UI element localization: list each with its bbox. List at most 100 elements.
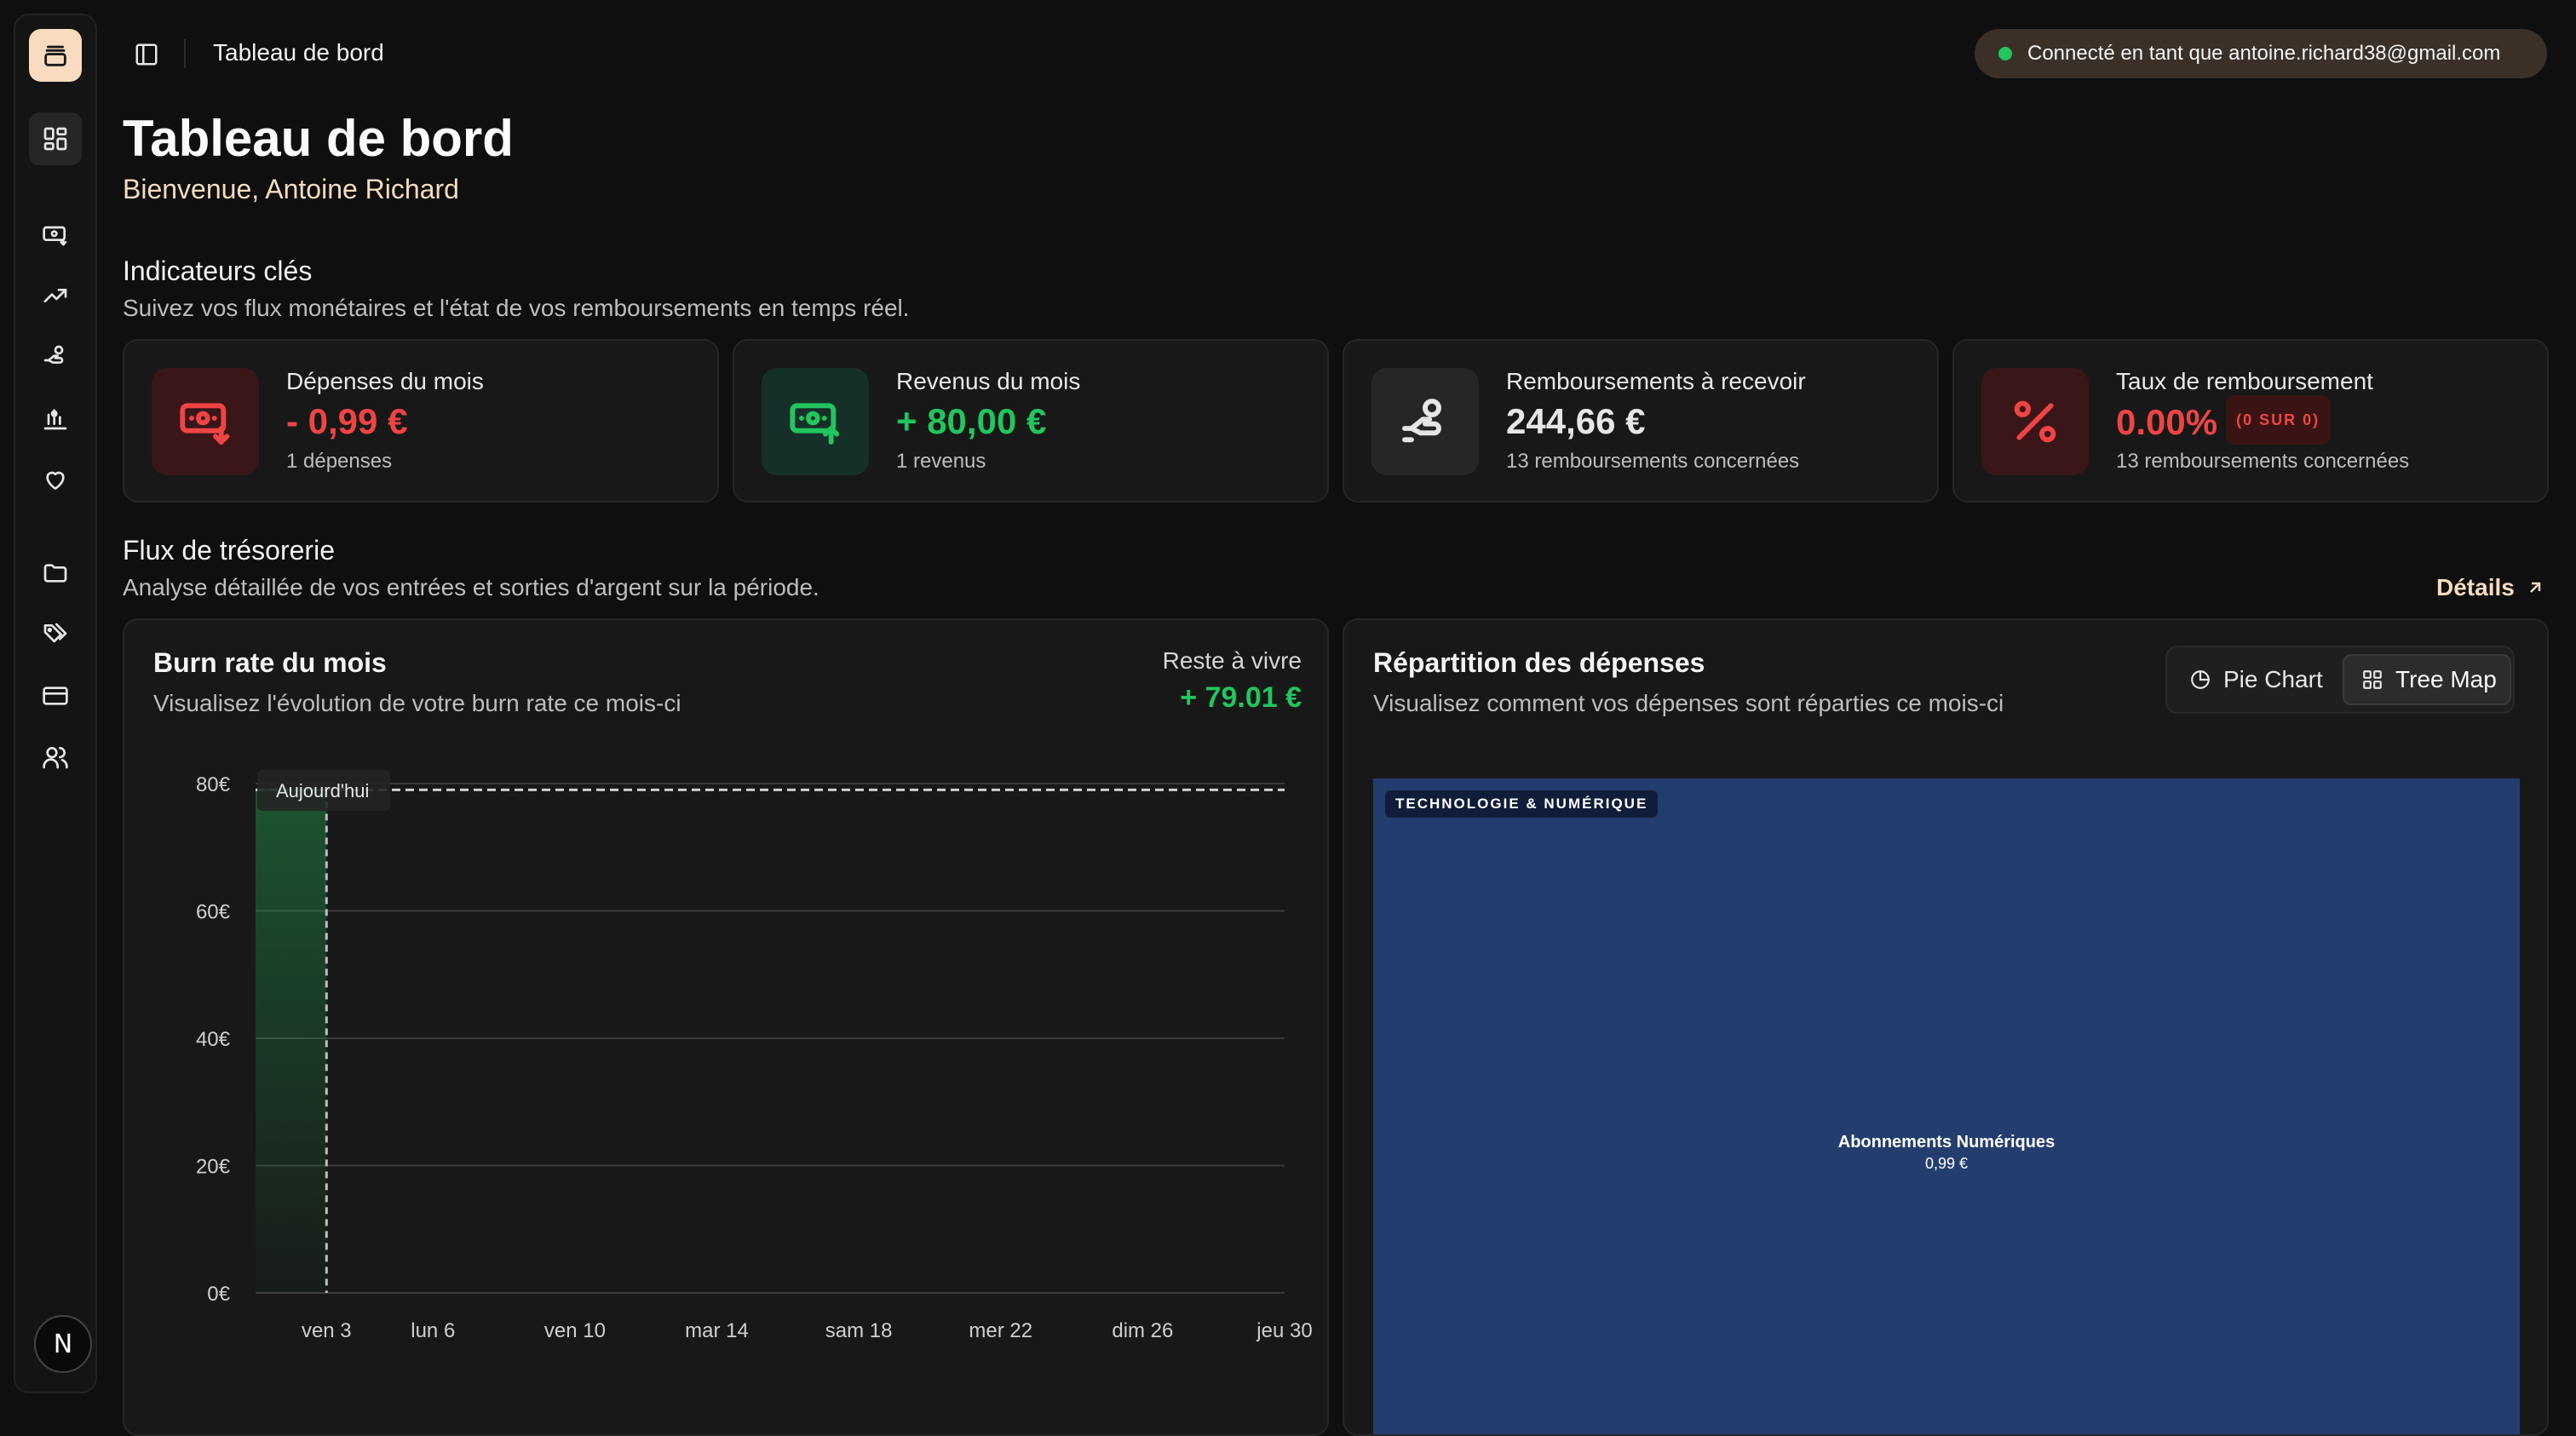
sidebar: N: [14, 14, 97, 1393]
kpi-value: 0.00% (0 SUR 0): [2116, 395, 2331, 450]
kpi-value: 244,66 €: [1506, 401, 1646, 441]
sidebar-item-dashboard[interactable]: [29, 112, 82, 165]
budget-chart-icon: [43, 409, 67, 430]
sidebar-toggle-button[interactable]: [129, 37, 164, 72]
sidebar-item-accounts[interactable]: [29, 669, 82, 722]
details-link[interactable]: Détails: [2436, 572, 2545, 603]
x-tick-label: jeu 30: [1256, 1319, 1312, 1342]
reimbursement-hand-icon: [43, 345, 64, 364]
status-dot: [1998, 47, 2012, 60]
pie-chart-icon: [2191, 670, 2210, 689]
treemap-cell[interactable]: TECHNOLOGIE & NUMÉRIQUE Abonnements Numé…: [1373, 778, 2520, 1434]
page-title: Tableau de bord: [123, 110, 514, 167]
y-tick-label: 40€: [196, 1028, 231, 1051]
y-tick-label: 60€: [196, 901, 231, 924]
panel-left-icon: [135, 43, 158, 66]
tree-map-label: Tree Map: [2395, 666, 2497, 692]
dashboard-icon: [43, 127, 67, 151]
banknote-up-icon: [790, 403, 840, 445]
kpi-card-reimbursements[interactable]: Remboursements à recevoir 244,66 € 13 re…: [1343, 339, 1939, 503]
kpi-value: - 0,99 €: [286, 401, 408, 441]
x-tick-label: ven 10: [544, 1319, 606, 1342]
expenses-icon: [43, 226, 67, 246]
tree-map-button[interactable]: Tree Map: [2343, 654, 2511, 705]
kpi-label: Taux de remboursement: [2116, 368, 2373, 394]
kpi-value: + 80,00 €: [896, 401, 1047, 441]
sidebar-item-tags[interactable]: [29, 608, 82, 661]
header-divider: [184, 39, 186, 68]
details-label: Détails: [2436, 574, 2515, 600]
users-icon: [43, 747, 68, 769]
percent-icon: [2014, 400, 2056, 443]
x-tick-label: mer 22: [969, 1319, 1032, 1342]
credit-card-icon: [43, 686, 68, 705]
today-label: Aujourd'hui: [276, 780, 369, 801]
sidebar-item-favorites[interactable]: [29, 453, 82, 506]
sidebar-item-trends[interactable]: [29, 269, 82, 322]
grid-icon: [2363, 670, 2382, 689]
folder-icon: [43, 564, 67, 583]
y-tick-label: 0€: [207, 1283, 230, 1306]
flux-section-subtitle: Analyse détaillée de vos entrées et sort…: [123, 574, 819, 600]
heart-icon: [46, 471, 65, 490]
burn-rate-chart: 80€ 60€ 40€ 20€ 0€ ven 3 lun 6 ven 10 mar 14 sam …: [196, 770, 1313, 1342]
burn-area: [256, 790, 327, 1293]
kpi-label: Dépenses du mois: [286, 368, 484, 394]
sidebar-item-reimbursements[interactable]: [29, 330, 82, 383]
user-avatar[interactable]: N: [34, 1315, 92, 1373]
connection-text: Connecté en tant que antoine.richard38@g…: [2027, 42, 2501, 65]
kpi-card-reimbursement-rate[interactable]: Taux de remboursement 0.00% (0 SUR 0) 13 …: [1952, 339, 2549, 503]
arrow-up-right-icon: [2529, 582, 2541, 593]
kpi-count-badge: (0 SUR 0): [2226, 395, 2331, 445]
flux-section-title: Flux de trésorerie: [123, 535, 335, 566]
hand-coins-icon: [1402, 399, 1441, 443]
burn-rate-subtitle: Visualisez l'évolution de votre burn rat…: [153, 690, 681, 716]
app-logo[interactable]: [29, 29, 82, 82]
kpi-card-expenses[interactable]: Dépenses du mois - 0,99 € 1 dépenses: [123, 339, 719, 503]
tags-icon: [43, 623, 67, 643]
kpi-note: 13 remboursements concernées: [1506, 450, 1800, 473]
kpi-icon-wrap: [1981, 368, 2089, 475]
expense-split-subtitle: Visualisez comment vos dépenses sont rép…: [1373, 690, 2004, 716]
treemap-label: Abonnements Numériques: [1837, 1133, 2056, 1152]
x-tick-label: dim 26: [1112, 1319, 1173, 1342]
burn-rate-title: Burn rate du mois: [153, 647, 387, 678]
trending-up-icon: [43, 289, 67, 302]
x-tick-label: sam 18: [825, 1319, 893, 1342]
kpi-note: 13 remboursements concernées: [2116, 450, 2410, 473]
kpi-section-title: Indicateurs clés: [123, 256, 313, 286]
burn-rate-panel: Burn rate du mois Visualisez l'évolution…: [123, 618, 1329, 1436]
x-tick-label: mar 14: [685, 1319, 749, 1342]
expense-split-title: Répartition des dépenses: [1373, 647, 1705, 678]
treemap-value: 0,99 €: [1924, 1155, 1969, 1172]
sidebar-item-users[interactable]: [29, 731, 82, 784]
treemap-category-tag: TECHNOLOGIE & NUMÉRIQUE: [1385, 790, 1659, 818]
chart-view-toggle: Pie Chart Tree Map: [2165, 646, 2515, 714]
x-tick-label: ven 3: [302, 1319, 352, 1342]
kpi-icon-wrap: [1371, 368, 1479, 475]
kpi-section-subtitle: Suivez vos flux monétaires et l'état de …: [123, 295, 910, 321]
kpi-note: 1 dépenses: [286, 450, 393, 473]
kpi-label: Remboursements à recevoir: [1506, 368, 1806, 394]
breadcrumb-title: Tableau de bord: [213, 39, 384, 66]
y-tick-label: 80€: [196, 773, 231, 796]
pie-chart-label: Pie Chart: [2223, 666, 2323, 692]
archive-stack-icon: [44, 45, 66, 66]
sidebar-item-folders[interactable]: [29, 547, 82, 600]
kpi-note: 1 revenus: [896, 450, 986, 473]
kpi-icon-wrap: [762, 368, 869, 475]
x-tick-label: lun 6: [411, 1319, 455, 1342]
reste-a-vivre-label: Reste à vivre: [1162, 647, 1302, 674]
welcome-text: Bienvenue, Antoine Richard: [123, 174, 459, 204]
kpi-label: Revenus du mois: [896, 368, 1081, 394]
sidebar-item-expenses[interactable]: [29, 208, 82, 261]
y-tick-label: 20€: [196, 1156, 231, 1179]
sidebar-item-budgets[interactable]: [29, 392, 82, 445]
kpi-value-text: 0.00%: [2116, 402, 2218, 443]
kpi-card-income[interactable]: Revenus du mois + 80,00 € 1 revenus: [733, 339, 1329, 503]
reste-a-vivre-value: + 79.01 €: [1180, 681, 1302, 714]
pie-chart-button[interactable]: Pie Chart: [2172, 654, 2339, 705]
kpi-icon-wrap: [152, 368, 259, 475]
banknote-down-icon: [180, 403, 230, 445]
expense-split-panel: Répartition des dépenses Visualisez comm…: [1343, 618, 2549, 1436]
